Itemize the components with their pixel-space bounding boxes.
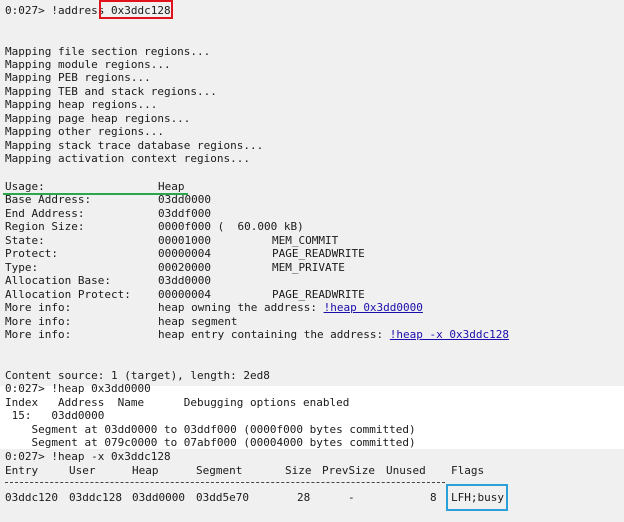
mapping-line: Mapping stack trace database regions...	[5, 139, 264, 152]
protect-name: PAGE_READWRITE	[272, 247, 365, 260]
cell-prevsize: -	[348, 491, 355, 504]
more-info-heap-segment: heap segment	[158, 315, 238, 328]
state-value: 00001000	[158, 234, 211, 247]
command-line-heap-x: 0:027> !heap -x 0x3ddc128	[5, 450, 171, 463]
usage-value: Heap	[158, 180, 185, 193]
segment-line: Segment at 03dd0000 to 03ddf000 (0000f00…	[5, 423, 416, 436]
region-size-label: Region Size:	[5, 220, 85, 233]
cell-unused: 8	[430, 491, 437, 504]
more-info-label: More info:	[5, 315, 72, 328]
type-value: 00020000	[158, 261, 211, 274]
col-header-entry: Entry	[5, 464, 39, 477]
mapping-line: Mapping activation context regions...	[5, 152, 251, 165]
allocation-protect-label: Allocation Protect:	[5, 288, 131, 301]
content-source: Content source: 1 (target), length: 2ed8	[5, 369, 270, 382]
more-info-text: heap entry containing the address:	[158, 328, 390, 341]
heap-output-pane: 0:027> !heap 0x3dd0000 Index Address Nam…	[0, 382, 624, 449]
command-line-heap: 0:027> !heap 0x3dd0000	[5, 382, 151, 395]
region-size-value: 0000f000 ( 60.000 kB)	[158, 220, 304, 233]
mapping-line: Mapping TEB and stack regions...	[5, 85, 217, 98]
col-header-prevsize: PrevSize	[322, 464, 375, 477]
heap-link[interactable]: !heap 0x3dd0000	[324, 301, 423, 314]
col-header-size: Size	[285, 464, 312, 477]
allocation-protect-value: 00000004	[158, 288, 211, 301]
allocation-base-value: 03dd0000	[158, 274, 211, 287]
header-separator	[5, 482, 445, 483]
state-label: State:	[5, 234, 45, 247]
protect-label: Protect:	[5, 247, 58, 260]
more-info-label: More info:	[5, 328, 72, 341]
allocation-base-label: Allocation Base:	[5, 274, 111, 287]
heap-table-row: 15: 03dd0000	[5, 409, 105, 422]
end-address-value: 03ddf000	[158, 207, 211, 220]
heap-entry-pane: 0:027> !heap -x 0x3ddc128 Entry User Hea…	[0, 449, 624, 522]
usage-underline	[3, 193, 188, 195]
col-header-unused: Unused	[386, 464, 426, 477]
state-name: MEM_COMMIT	[272, 234, 339, 247]
col-header-heap: Heap	[132, 464, 159, 477]
address-highlight-box	[99, 0, 173, 19]
type-label: Type:	[5, 261, 39, 274]
col-header-flags: Flags	[451, 464, 485, 477]
mapping-line: Mapping other regions...	[5, 125, 164, 138]
flags-highlight-box	[446, 484, 508, 511]
col-header-user: User	[69, 464, 96, 477]
mapping-line: Mapping PEB regions...	[5, 71, 151, 84]
cell-segment: 03dd5e70	[196, 491, 249, 504]
end-address-label: End Address:	[5, 207, 85, 220]
command-prompt: 0:027> !address	[5, 4, 111, 17]
mapping-line: Mapping file section regions...	[5, 45, 211, 58]
mapping-line: Mapping heap regions...	[5, 98, 158, 111]
cell-heap: 03dd0000	[132, 491, 185, 504]
heap-entry-link[interactable]: !heap -x 0x3ddc128	[390, 328, 509, 341]
more-info-heap-owner: heap owning the address: !heap 0x3dd0000	[158, 301, 423, 314]
cell-entry: 03ddc120	[5, 491, 58, 504]
heap-table-header: Index Address Name Debugging options ena…	[5, 396, 350, 409]
col-header-segment: Segment	[196, 464, 243, 477]
cell-user: 03ddc128	[69, 491, 122, 504]
usage-label: Usage:	[5, 180, 45, 193]
type-name: MEM_PRIVATE	[272, 261, 345, 274]
protect-value: 00000004	[158, 247, 211, 260]
more-info-heap-entry: heap entry containing the address: !heap…	[158, 328, 509, 341]
more-info-text: heap owning the address:	[158, 301, 324, 314]
segment-line: Segment at 079c0000 to 07abf000 (0000400…	[5, 436, 416, 449]
mapping-line: Mapping page heap regions...	[5, 112, 191, 125]
allocation-protect-name: PAGE_READWRITE	[272, 288, 365, 301]
more-info-label: More info:	[5, 301, 72, 314]
mapping-line: Mapping module regions...	[5, 58, 171, 71]
cell-size: 28	[297, 491, 311, 504]
